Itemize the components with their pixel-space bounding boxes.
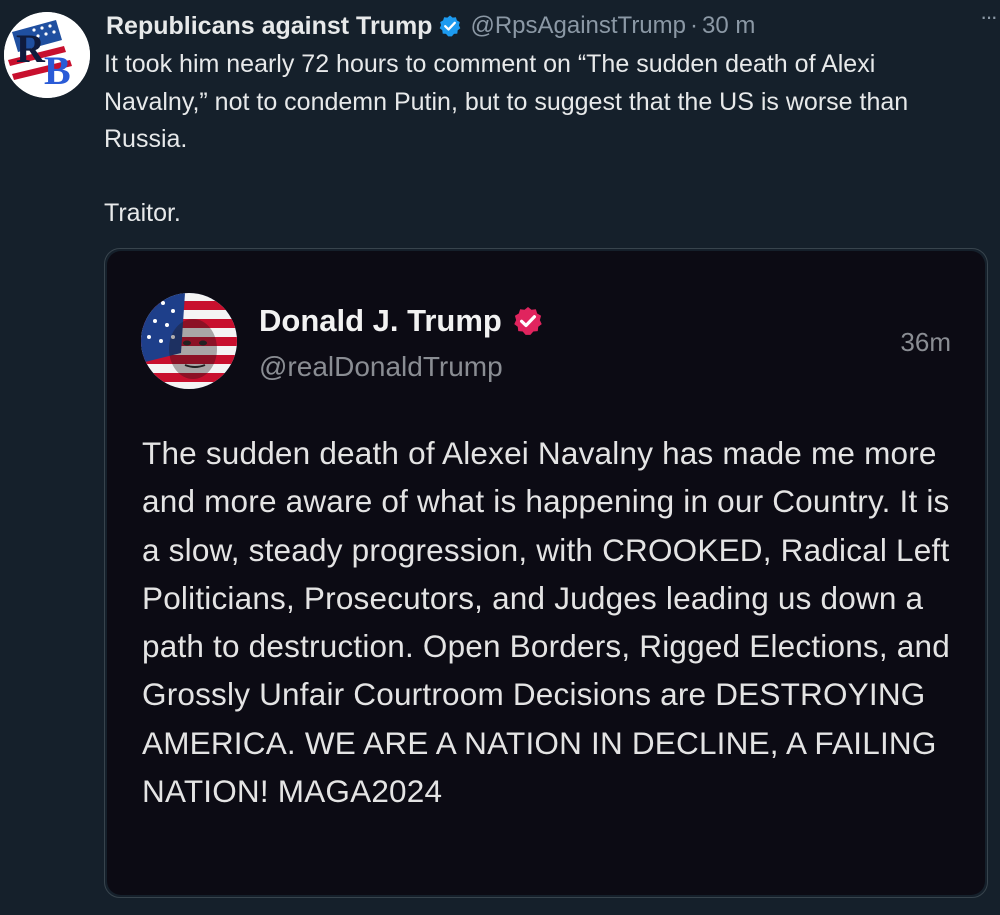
- embedded-author-name: Donald J. Trump: [259, 303, 502, 338]
- flag-portrait-icon: [141, 293, 237, 389]
- author-avatar[interactable]: R B: [4, 12, 90, 98]
- embedded-post-screenshot: Donald J. Trump @realDonaldTrump 36m The…: [107, 251, 985, 895]
- rb-logo-icon: R B: [4, 12, 90, 98]
- post-text-paragraph: It took him nearly 72 hours to comment o…: [104, 50, 909, 153]
- author-handle[interactable]: @RpsAgainstTrump: [470, 12, 686, 40]
- embedded-name-row: Donald J. Trump: [259, 303, 544, 339]
- svg-text:R: R: [16, 26, 46, 71]
- separator-dot: ·: [690, 12, 698, 39]
- verified-badge-icon: [438, 14, 462, 38]
- post-header: Republicans against Trump @RpsAgainstTru…: [106, 9, 988, 43]
- embedded-post-text: The sudden death of Alexei Navalny has m…: [142, 435, 950, 810]
- embedded-avatar: [141, 293, 237, 389]
- embedded-author-handle: @realDonaldTrump: [259, 351, 503, 382]
- embedded-verified-badge-icon: [512, 305, 544, 337]
- post-timestamp[interactable]: 30 m: [702, 12, 755, 40]
- embedded-timestamp: 36m: [900, 327, 951, 357]
- post-text: It took him nearly 72 hours to comment o…: [104, 46, 984, 232]
- post-text-paragraph-2: Traitor.: [104, 198, 181, 227]
- author-name[interactable]: Republicans against Trump: [106, 12, 432, 41]
- more-options-icon[interactable]: ···: [980, 4, 998, 30]
- media-attachment[interactable]: Donald J. Trump @realDonaldTrump 36m The…: [104, 248, 988, 898]
- svg-text:B: B: [44, 48, 71, 93]
